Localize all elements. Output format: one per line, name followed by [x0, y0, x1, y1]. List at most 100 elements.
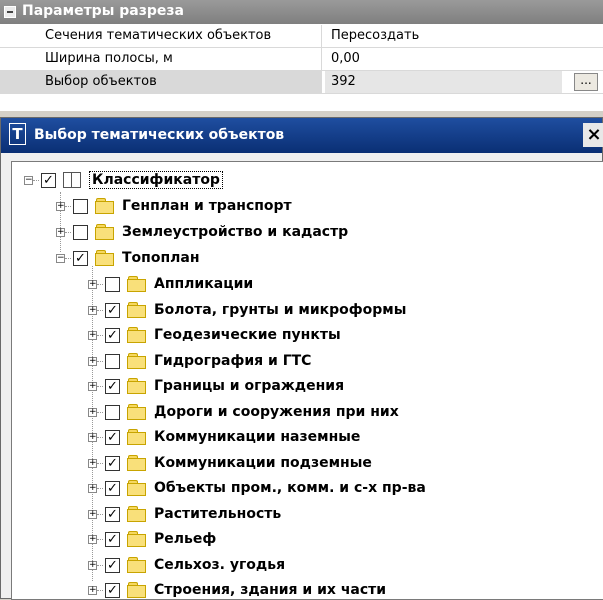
expand-icon[interactable]: +: [56, 202, 65, 211]
folder-body: [127, 559, 146, 573]
folder-body: [127, 457, 146, 471]
folder-body: [127, 406, 146, 420]
tree-row[interactable]: + ✓ Геодезические пункты: [12, 325, 592, 349]
browse-button[interactable]: ...: [574, 73, 598, 91]
tree-checkbox[interactable]: ✓: [105, 506, 120, 522]
property-row-width[interactable]: Ширина полосы, м 0,00: [0, 48, 603, 71]
expand-icon[interactable]: +: [88, 484, 97, 493]
tree-item-label: Коммуникации подземные: [154, 454, 372, 471]
folder-body: [95, 253, 114, 266]
tree-row[interactable]: + ✓ Сельхоз. угодья: [12, 555, 592, 579]
tree-checkbox[interactable]: ✓: [105, 481, 120, 496]
tree-row[interactable]: + Гидрография и ГТС: [12, 351, 592, 375]
tree-row[interactable]: + ✓ Болота, грунты и микроформы: [12, 300, 592, 324]
folder-icon: [95, 198, 114, 214]
expand-icon[interactable]: +: [88, 382, 97, 391]
tree-checkbox[interactable]: ✓: [73, 251, 88, 266]
tree-item-label: Аппликации: [154, 276, 254, 292]
tree-row[interactable]: + ✓ Рельеф: [12, 529, 592, 553]
tree-row[interactable]: − ✓ Классификатор: [12, 170, 592, 194]
book-icon: [63, 172, 81, 188]
tree-item-label: Дороги и сооружения при них: [154, 403, 399, 420]
tree-row[interactable]: + ✓ Границы и ограждения: [12, 376, 592, 400]
folder-body: [95, 201, 114, 214]
tree-row[interactable]: + ✓ Объекты пром., комм. и с-х пр-ва: [12, 478, 592, 502]
panel-title: Выбор тематических объектов: [34, 127, 285, 143]
expand-icon[interactable]: +: [88, 305, 97, 315]
property-value[interactable]: Пересоздать: [331, 25, 419, 47]
expand-icon[interactable]: +: [88, 280, 97, 289]
tree-row[interactable]: + ✓ Растительность: [12, 504, 592, 528]
tree-row[interactable]: + ✓ Коммуникации подземные: [12, 453, 592, 477]
expand-icon[interactable]: +: [88, 535, 97, 544]
folder-body: [127, 508, 146, 522]
tree-item-label: Болота, грунты и микроформы: [154, 301, 407, 318]
tree-checkbox[interactable]: [105, 277, 120, 292]
tree-row[interactable]: − ✓ Топоплан: [12, 248, 592, 272]
property-name: Сечения тематических объектов: [0, 25, 322, 47]
tree-checkbox[interactable]: ✓: [105, 302, 120, 318]
expand-icon[interactable]: +: [88, 433, 97, 442]
tree-row[interactable]: + Генплан и транспорт: [12, 196, 592, 220]
tree-row[interactable]: + Аппликации: [12, 274, 592, 298]
folder-icon: [127, 429, 146, 445]
folder-body: [127, 432, 146, 445]
expand-icon[interactable]: +: [88, 458, 97, 468]
folder-body: [95, 227, 114, 240]
expand-icon[interactable]: +: [88, 331, 97, 340]
tree-checkbox[interactable]: ✓: [105, 379, 120, 394]
tree-checkbox[interactable]: [73, 225, 88, 240]
tree-item-label: Топоплан: [122, 250, 200, 266]
expand-icon[interactable]: +: [88, 356, 97, 366]
expand-icon[interactable]: +: [88, 407, 97, 417]
panel-title-bar[interactable]: T Выбор тематических объектов ×: [1, 118, 603, 153]
folder-body: [127, 304, 146, 318]
tree-checkbox[interactable]: [105, 353, 120, 369]
expand-icon[interactable]: +: [88, 509, 97, 519]
tree-item-label: Классификатор: [89, 171, 223, 189]
property-grid: Параметры разреза Сечения тематических о…: [0, 0, 603, 111]
collapse-section-icon[interactable]: [4, 6, 16, 18]
tree-item-label: Гидрография и ГТС: [154, 352, 312, 369]
folder-body: [127, 330, 146, 343]
tree-item-label: Растительность: [154, 505, 282, 522]
tree-item-label: Рельеф: [154, 531, 217, 547]
section-header[interactable]: Параметры разреза: [0, 0, 603, 24]
folder-body: [127, 585, 146, 598]
tree-checkbox[interactable]: ✓: [105, 583, 120, 598]
folder-icon: [127, 327, 146, 343]
folder-icon: [127, 403, 146, 420]
collapse-icon[interactable]: −: [56, 254, 65, 263]
property-value[interactable]: 392: [325, 71, 562, 93]
property-row-objects[interactable]: Выбор объектов 392 ...: [0, 71, 603, 94]
folder-body: [127, 279, 146, 292]
tree-checkbox[interactable]: ✓: [105, 430, 120, 445]
expand-icon[interactable]: +: [56, 228, 65, 237]
expand-icon[interactable]: +: [88, 586, 97, 595]
folder-icon: [127, 378, 146, 394]
tree-item-label: Объекты пром., комм. и с-х пр-ва: [154, 480, 426, 496]
property-value[interactable]: 0,00: [331, 48, 360, 70]
tree-row[interactable]: + ✓ Коммуникации наземные: [12, 427, 592, 451]
object-selection-panel: T Выбор тематических объектов × − ✓ Класси…: [0, 117, 603, 600]
tree-checkbox[interactable]: ✓: [105, 532, 120, 547]
tree-row[interactable]: + ✓ Строения, здания и их части: [12, 580, 592, 599]
folder-body: [127, 381, 146, 394]
property-row-sections[interactable]: Сечения тематических объектов Пересоздат…: [0, 25, 603, 48]
close-button[interactable]: ×: [583, 123, 603, 147]
tree-checkbox[interactable]: [105, 404, 120, 420]
folder-body: [127, 355, 146, 369]
section-title: Параметры разреза: [22, 3, 184, 19]
tree-checkbox[interactable]: ✓: [41, 173, 56, 188]
tree-checkbox[interactable]: [73, 199, 88, 214]
classifier-tree[interactable]: − ✓ Классификатор + Генплан и транспорт + Земл…: [11, 161, 603, 600]
tree-checkbox[interactable]: ✓: [105, 557, 120, 573]
property-name: Ширина полосы, м: [0, 48, 322, 70]
collapse-icon[interactable]: −: [24, 176, 33, 185]
tree-checkbox[interactable]: ✓: [105, 455, 120, 471]
expand-icon[interactable]: +: [88, 560, 97, 570]
tree-row[interactable]: + Дороги и сооружения при них: [12, 402, 592, 426]
tree-row[interactable]: + Землеустройство и кадастр: [12, 222, 592, 246]
tree-checkbox[interactable]: ✓: [105, 328, 120, 343]
tree-item-label: Землеустройство и кадастр: [122, 224, 349, 240]
